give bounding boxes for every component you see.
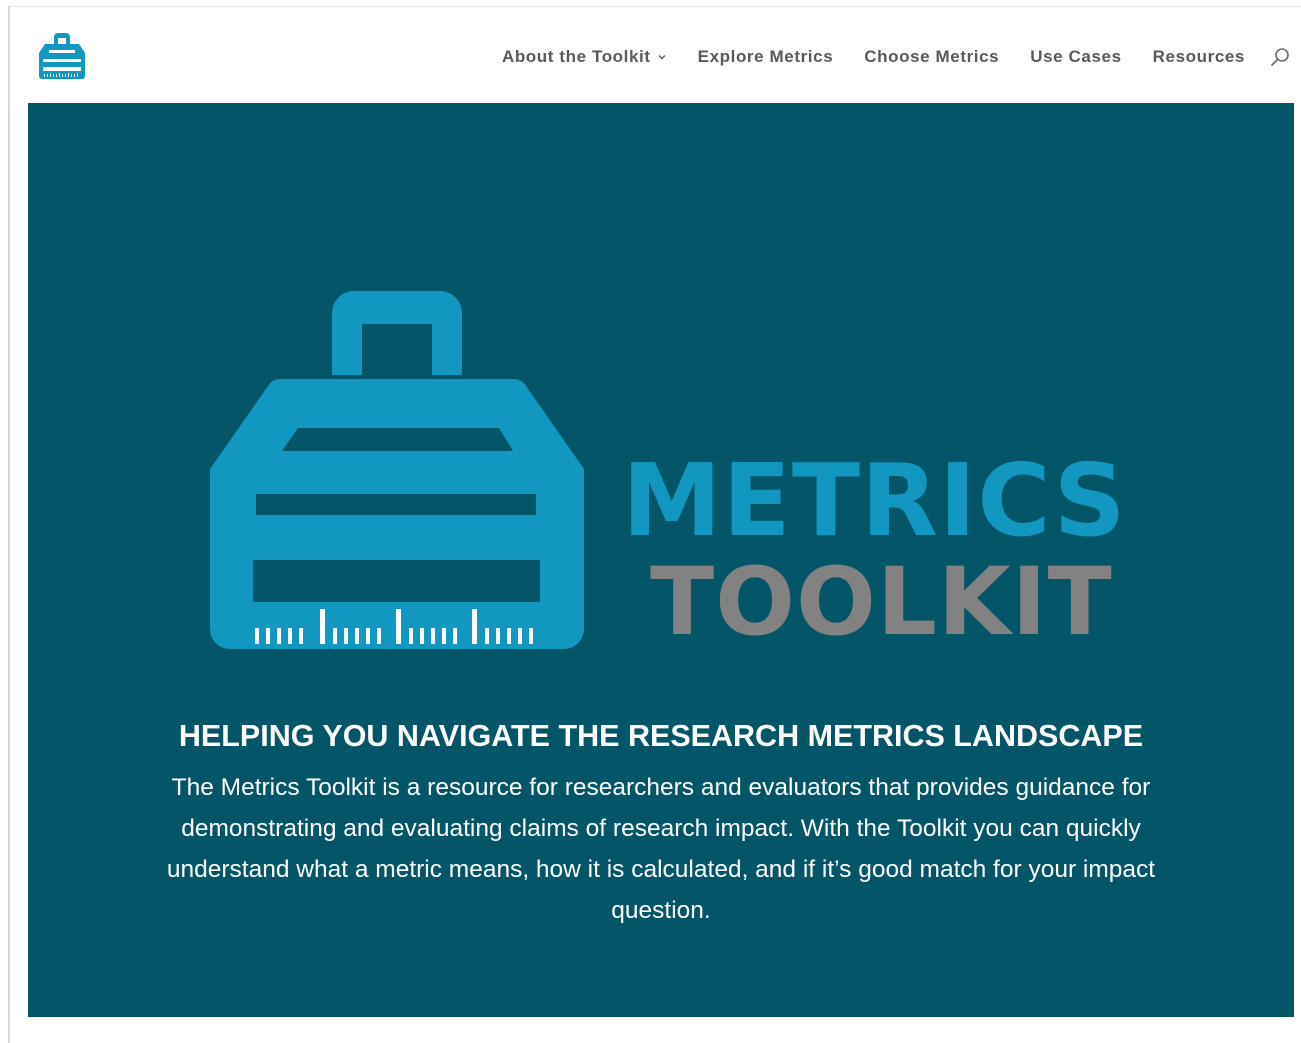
nav-item-resources[interactable]: Resources [1153, 47, 1245, 67]
nav-item-explore-metrics[interactable]: Explore Metrics [698, 47, 834, 67]
nav-item-use-cases[interactable]: Use Cases [1030, 47, 1121, 67]
nav-item-label: Explore Metrics [697, 47, 834, 66]
nav-item-choose-metrics[interactable]: Choose Metrics [864, 47, 999, 67]
page: About the Toolkit Explore Metrics Choose… [0, 0, 1301, 1043]
toolbox-logo-icon[interactable] [34, 29, 90, 81]
main-nav: About the Toolkit Explore Metrics Choose… [502, 45, 1291, 69]
nav-item-label: Choose Metrics [864, 47, 1000, 66]
nav-item-label: Resources [1152, 47, 1245, 66]
hero-description: The Metrics Toolkit is a resource for re… [166, 774, 1156, 924]
nav-item-label: Use Cases [1030, 47, 1122, 66]
logo-wordmark-metrics: METRICS [622, 442, 1127, 559]
chevron-down-icon [658, 55, 666, 60]
hero-banner: METRICS TOOLKIT HELPING YOU NAVIGATE THE… [28, 103, 1294, 1017]
search-icon[interactable] [1269, 46, 1291, 68]
logo-wordmark-toolkit: TOOLKIT [650, 548, 1113, 657]
hero-heading: HELPING YOU NAVIGATE THE RESEARCH METRIC… [178, 719, 1144, 754]
page-border-left [8, 6, 10, 1043]
site-header: About the Toolkit Explore Metrics Choose… [10, 7, 1301, 103]
nav-item-about-the-toolkit[interactable]: About the Toolkit [502, 47, 667, 67]
nav-item-label: About the Toolkit [501, 47, 651, 66]
toolbox-icon [210, 291, 584, 649]
